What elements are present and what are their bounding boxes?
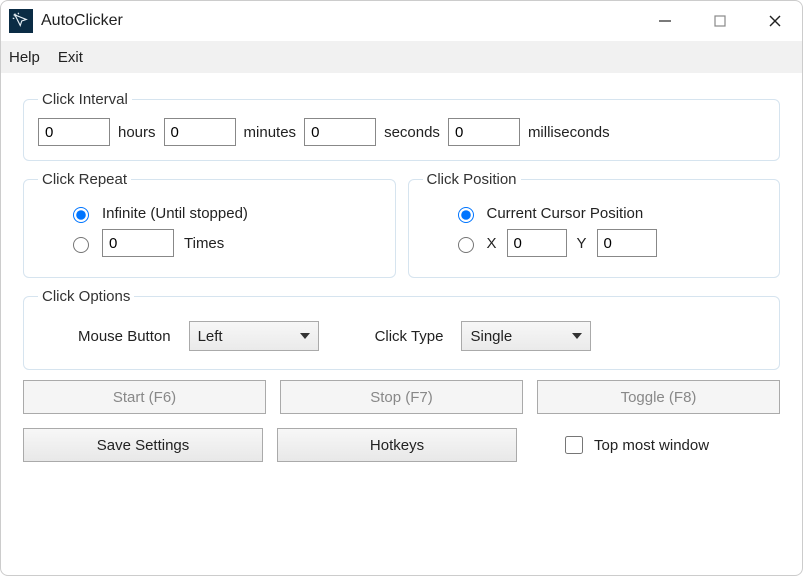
click-repeat-group: Click Repeat Infinite (Until stopped) Ti… xyxy=(23,171,396,278)
minimize-icon xyxy=(658,14,672,28)
hours-label: hours xyxy=(118,124,156,141)
click-position-legend: Click Position xyxy=(423,171,521,188)
minutes-input[interactable] xyxy=(164,118,236,146)
maximize-icon xyxy=(713,14,727,28)
repeat-infinite-radio[interactable] xyxy=(73,207,89,223)
topmost-label: Top most window xyxy=(594,437,709,454)
position-y-input[interactable] xyxy=(597,229,657,257)
seconds-label: seconds xyxy=(384,124,440,141)
click-type-value: Single xyxy=(470,328,512,345)
click-interval-group: Click Interval hours minutes seconds mil… xyxy=(23,91,780,161)
click-options-group: Click Options Mouse Button Left Click Ty… xyxy=(23,288,780,370)
minimize-button[interactable] xyxy=(637,1,692,41)
titlebar: AutoClicker xyxy=(1,1,802,41)
hotkeys-button[interactable]: Hotkeys xyxy=(277,428,517,462)
milliseconds-input[interactable] xyxy=(448,118,520,146)
position-current-label: Current Cursor Position xyxy=(487,205,644,222)
menu-help[interactable]: Help xyxy=(9,49,40,66)
milliseconds-label: milliseconds xyxy=(528,124,610,141)
close-button[interactable] xyxy=(747,1,802,41)
menu-exit[interactable]: Exit xyxy=(58,49,83,66)
minutes-label: minutes xyxy=(244,124,297,141)
chevron-down-icon xyxy=(300,333,310,339)
window-title: AutoClicker xyxy=(41,12,123,30)
hours-input[interactable] xyxy=(38,118,110,146)
app-icon xyxy=(9,9,33,33)
click-type-label: Click Type xyxy=(375,328,444,345)
start-button[interactable]: Start (F6) xyxy=(23,380,266,414)
click-repeat-legend: Click Repeat xyxy=(38,171,131,188)
cursor-click-icon xyxy=(12,12,30,30)
position-x-input[interactable] xyxy=(507,229,567,257)
close-icon xyxy=(768,14,782,28)
position-current-radio[interactable] xyxy=(458,207,474,223)
repeat-times-input[interactable] xyxy=(102,229,174,257)
menubar: Help Exit xyxy=(1,41,802,73)
position-x-label: X xyxy=(487,235,497,252)
position-y-label: Y xyxy=(577,235,587,252)
mouse-button-value: Left xyxy=(198,328,223,345)
toggle-button[interactable]: Toggle (F8) xyxy=(537,380,780,414)
click-type-select[interactable]: Single xyxy=(461,321,591,351)
repeat-times-label: Times xyxy=(184,235,224,252)
click-options-legend: Click Options xyxy=(38,288,134,305)
chevron-down-icon xyxy=(572,333,582,339)
click-position-group: Click Position Current Cursor Position X… xyxy=(408,171,781,278)
maximize-button[interactable] xyxy=(692,1,747,41)
content-area: Click Interval hours minutes seconds mil… xyxy=(1,73,802,472)
save-settings-button[interactable]: Save Settings xyxy=(23,428,263,462)
mouse-button-label: Mouse Button xyxy=(78,328,171,345)
stop-button[interactable]: Stop (F7) xyxy=(280,380,523,414)
repeat-infinite-label: Infinite (Until stopped) xyxy=(102,205,248,222)
position-xy-radio[interactable] xyxy=(458,237,474,253)
mouse-button-select[interactable]: Left xyxy=(189,321,319,351)
click-interval-legend: Click Interval xyxy=(38,91,132,108)
seconds-input[interactable] xyxy=(304,118,376,146)
topmost-checkbox[interactable] xyxy=(565,436,583,454)
repeat-times-radio[interactable] xyxy=(73,237,89,253)
